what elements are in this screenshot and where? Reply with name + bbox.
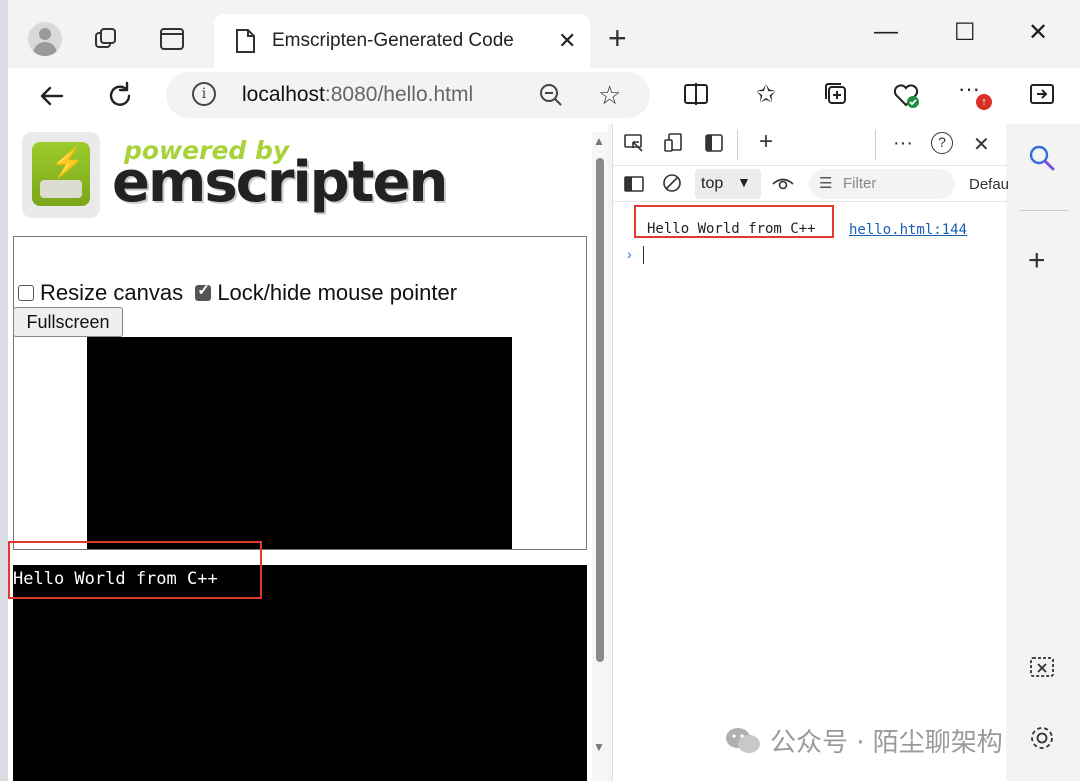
device-emulation-icon[interactable] bbox=[663, 132, 685, 160]
highlight-box-console bbox=[634, 205, 834, 238]
site-info-icon[interactable]: i bbox=[192, 82, 216, 106]
close-window-button[interactable]: ✕ bbox=[1028, 18, 1048, 47]
log-levels-dropdown[interactable]: Defau bbox=[969, 176, 1009, 193]
filter-icon: ☰ bbox=[819, 174, 832, 192]
vertical-tabs-icon[interactable] bbox=[158, 25, 186, 53]
maximize-button[interactable]: ☐ bbox=[954, 18, 976, 47]
gear-icon[interactable] bbox=[1028, 724, 1056, 759]
watermark: 公众号 · 陌尘聊架构 bbox=[724, 722, 1003, 759]
title-bar: Emscripten-Generated Code ✕ + — ☐ ✕ bbox=[8, 0, 1080, 68]
refresh-icon[interactable] bbox=[104, 80, 136, 112]
wechat-icon bbox=[724, 725, 762, 755]
scroll-thumb[interactable] bbox=[596, 158, 604, 662]
resize-canvas-checkbox[interactable] bbox=[18, 285, 34, 301]
sidebar-toggle-icon[interactable] bbox=[1026, 80, 1058, 112]
page-icon bbox=[234, 28, 256, 59]
logo-wordmark: emscripten bbox=[112, 150, 446, 215]
clear-console-icon[interactable] bbox=[661, 172, 683, 200]
inspect-element-icon[interactable] bbox=[623, 132, 645, 160]
emscripten-logo-icon: ⚡ bbox=[22, 132, 100, 218]
settings-more-icon[interactable]: ··· ↑ bbox=[958, 80, 990, 112]
address-bar[interactable]: i localhost:8080/hello.html ☆ bbox=[166, 72, 650, 118]
highlight-box-output bbox=[8, 541, 262, 599]
console-toolbar: top▼ ☰Filter Defau bbox=[613, 166, 1007, 202]
minimize-button[interactable]: — bbox=[874, 18, 898, 46]
lock-pointer-label: Lock/hide mouse pointer bbox=[217, 280, 457, 305]
screenshot-icon[interactable] bbox=[1028, 654, 1056, 689]
new-tab-button[interactable]: + bbox=[608, 20, 627, 57]
favorite-star-icon[interactable]: ☆ bbox=[598, 80, 621, 111]
edge-sidebar: + bbox=[1008, 124, 1080, 781]
scroll-down-icon[interactable]: ▼ bbox=[593, 740, 605, 754]
close-devtools-icon[interactable]: ✕ bbox=[973, 132, 990, 157]
render-canvas[interactable] bbox=[87, 337, 512, 549]
desktop-edge bbox=[0, 0, 8, 781]
tab-close-icon[interactable]: ✕ bbox=[558, 28, 576, 54]
context-selector[interactable]: top▼ bbox=[695, 169, 761, 199]
split-screen-icon[interactable] bbox=[680, 80, 712, 112]
profile-avatar-icon[interactable] bbox=[28, 22, 62, 56]
tab-emscripten[interactable]: Emscripten-Generated Code ✕ bbox=[214, 14, 590, 68]
live-expression-eye-icon[interactable] bbox=[771, 173, 795, 201]
fullscreen-button[interactable]: Fullscreen bbox=[13, 307, 123, 337]
favorites-icon[interactable]: ✩ bbox=[750, 80, 782, 112]
devtools-toolbar: + ··· ? ✕ bbox=[613, 124, 1007, 166]
navigation-bar: i localhost:8080/hello.html ☆ ✩ ··· ↑ bbox=[8, 68, 1080, 124]
collections-icon[interactable] bbox=[820, 80, 852, 112]
dock-panel-icon[interactable] bbox=[703, 132, 725, 160]
add-panel-icon[interactable]: + bbox=[759, 128, 773, 156]
browser-window: Emscripten-Generated Code ✕ + — ☐ ✕ i lo… bbox=[0, 0, 1080, 781]
console-prompt-icon: › bbox=[627, 246, 632, 262]
more-options-icon[interactable]: ··· bbox=[893, 132, 913, 155]
canvas-controls: Resize canvas Lock/hide mouse pointer bbox=[18, 280, 457, 306]
search-icon[interactable] bbox=[1028, 144, 1056, 179]
back-arrow-icon[interactable] bbox=[36, 80, 68, 112]
lock-pointer-checkbox[interactable] bbox=[195, 285, 211, 301]
console-input[interactable] bbox=[643, 246, 644, 264]
add-sidebar-app-icon[interactable]: + bbox=[1028, 244, 1046, 278]
tab-title: Emscripten-Generated Code bbox=[272, 30, 514, 52]
console-source-link[interactable]: hello.html:144 bbox=[849, 222, 967, 238]
workspaces-icon[interactable] bbox=[92, 25, 120, 53]
browser-essentials-icon[interactable] bbox=[890, 80, 922, 112]
zoom-out-icon[interactable] bbox=[538, 82, 564, 113]
scroll-up-icon[interactable]: ▲ bbox=[593, 134, 605, 148]
page-viewport: ⚡ powered by emscripten Resize canvas Lo… bbox=[8, 124, 608, 781]
page-scrollbar[interactable]: ▲ ▼ bbox=[592, 132, 608, 781]
help-icon[interactable]: ? bbox=[931, 132, 953, 154]
resize-canvas-label: Resize canvas bbox=[40, 280, 183, 305]
show-sidebar-icon[interactable] bbox=[623, 173, 645, 201]
filter-input[interactable]: ☰Filter bbox=[809, 169, 955, 199]
url-text[interactable]: localhost:8080/hello.html bbox=[242, 83, 473, 107]
chevron-down-icon: ▼ bbox=[737, 174, 751, 190]
